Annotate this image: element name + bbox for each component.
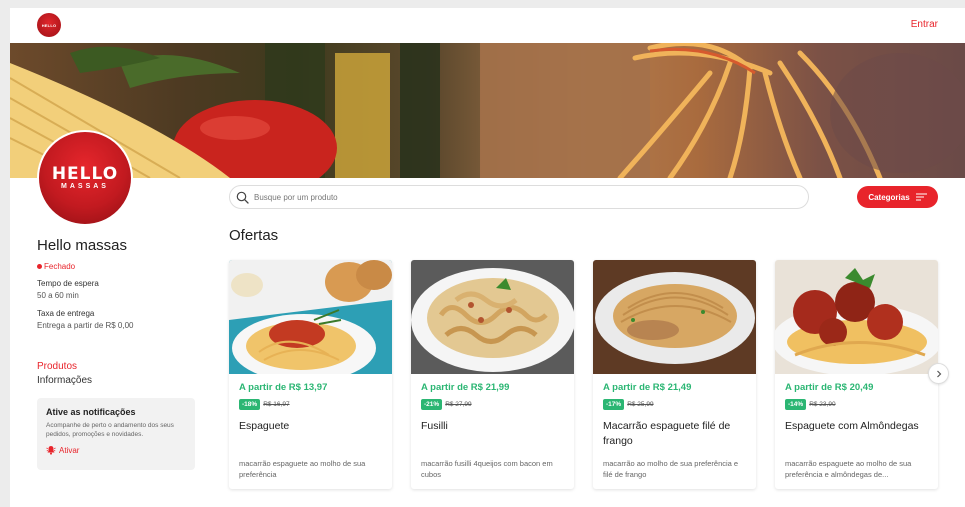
product-card[interactable]: A partir de R$ 21,99 -21% R$ 27,99 Fusil… <box>411 260 574 489</box>
spaghetti-chicken-image <box>593 260 756 374</box>
notifications-description: Acompanhe de perto o andamento dos seus … <box>46 422 174 438</box>
product-price: A partir de R$ 21,99 <box>421 382 510 393</box>
activate-label: Ativar <box>59 445 80 455</box>
store-logo-text-line2: MASSAS <box>61 183 109 190</box>
bell-icon <box>46 446 56 455</box>
product-description: macarrão espaguete ao molho de sua prefe… <box>239 459 366 479</box>
search-icon <box>236 191 249 204</box>
spaghetti-image <box>229 260 392 382</box>
product-card[interactable]: A partir de R$ 21,49 -17% R$ 25,99 Macar… <box>593 260 756 489</box>
discount-row: -18% R$ 16,97 <box>239 399 290 410</box>
product-name: Macarrão espaguete filé de frango <box>603 420 731 447</box>
discount-badge: -14% <box>785 399 807 410</box>
status-dot-icon <box>37 264 42 269</box>
activate-notifications-button[interactable]: Ativar <box>46 445 186 455</box>
spaghetti-meatballs-image <box>775 260 938 376</box>
store-name: Hello massas <box>37 237 128 254</box>
store-banner-image <box>10 43 965 178</box>
product-description: macarrão espaguete ao molho de sua prefe… <box>785 459 912 479</box>
old-price: R$ 25,99 <box>627 401 654 408</box>
search-input[interactable] <box>254 189 794 205</box>
categories-button[interactable]: Categorias <box>857 186 938 208</box>
notifications-title: Ative as notificações <box>46 407 136 417</box>
pasta-banner-illustration <box>10 43 965 178</box>
nav-products[interactable]: Produtos <box>37 361 77 372</box>
filter-lines-icon <box>915 193 927 201</box>
product-name: Fusilli <box>421 420 448 432</box>
fusilli-image <box>411 260 574 374</box>
product-name: Espaguete <box>239 420 290 432</box>
store-logo-text-line1: HELLO <box>51 164 119 184</box>
store-status: Fechado <box>37 262 75 271</box>
status-text: Fechado <box>44 262 76 271</box>
product-price: A partir de R$ 13,97 <box>239 382 328 393</box>
discount-row: -21% R$ 27,99 <box>421 399 472 410</box>
carousel-next-button[interactable] <box>928 363 949 384</box>
delivery-fee-value: Entrega a partir de R$ 0,00 <box>37 321 134 330</box>
store-page: HELLO Entrar HELLO MASSAS Hello massas F… <box>10 8 965 507</box>
nav-information[interactable]: Informações <box>37 375 92 386</box>
top-bar: HELLO Entrar <box>10 8 965 43</box>
header-logo[interactable]: HELLO <box>37 13 61 37</box>
old-price: R$ 27,99 <box>445 401 472 408</box>
discount-badge: -21% <box>421 399 443 410</box>
wait-time-label: Tempo de espera <box>37 279 99 288</box>
product-card[interactable]: A partir de R$ 20,49 -14% R$ 23,90 Espag… <box>775 260 938 489</box>
product-card[interactable]: A partir de R$ 13,97 -18% R$ 16,97 Espag… <box>229 260 392 489</box>
login-link[interactable]: Entrar <box>911 19 938 30</box>
discount-row: -17% R$ 25,99 <box>603 399 654 410</box>
product-price: A partir de R$ 20,49 <box>785 382 874 393</box>
delivery-fee-label: Taxa de entrega <box>37 309 95 318</box>
product-description: macarrão fusilli 4queijos com bacon em c… <box>421 459 553 479</box>
wait-time-value: 50 a 60 min <box>37 291 79 300</box>
product-name: Espaguete com Almôndegas <box>785 420 919 432</box>
offers-section-title: Ofertas <box>229 227 279 244</box>
store-logo: HELLO MASSAS <box>37 130 133 226</box>
notifications-card: Ative as notificações Acompanhe de perto… <box>37 398 195 470</box>
product-description: macarrão ao molho de sua preferência e f… <box>603 459 739 479</box>
old-price: R$ 16,97 <box>263 401 290 408</box>
categories-label: Categorias <box>868 192 910 202</box>
discount-badge: -17% <box>603 399 625 410</box>
discount-badge: -18% <box>239 399 261 410</box>
discount-row: -14% R$ 23,90 <box>785 399 836 410</box>
chevron-right-icon <box>936 370 941 377</box>
product-price: A partir de R$ 21,49 <box>603 382 692 393</box>
old-price: R$ 23,90 <box>809 401 836 408</box>
product-search[interactable] <box>229 185 809 209</box>
